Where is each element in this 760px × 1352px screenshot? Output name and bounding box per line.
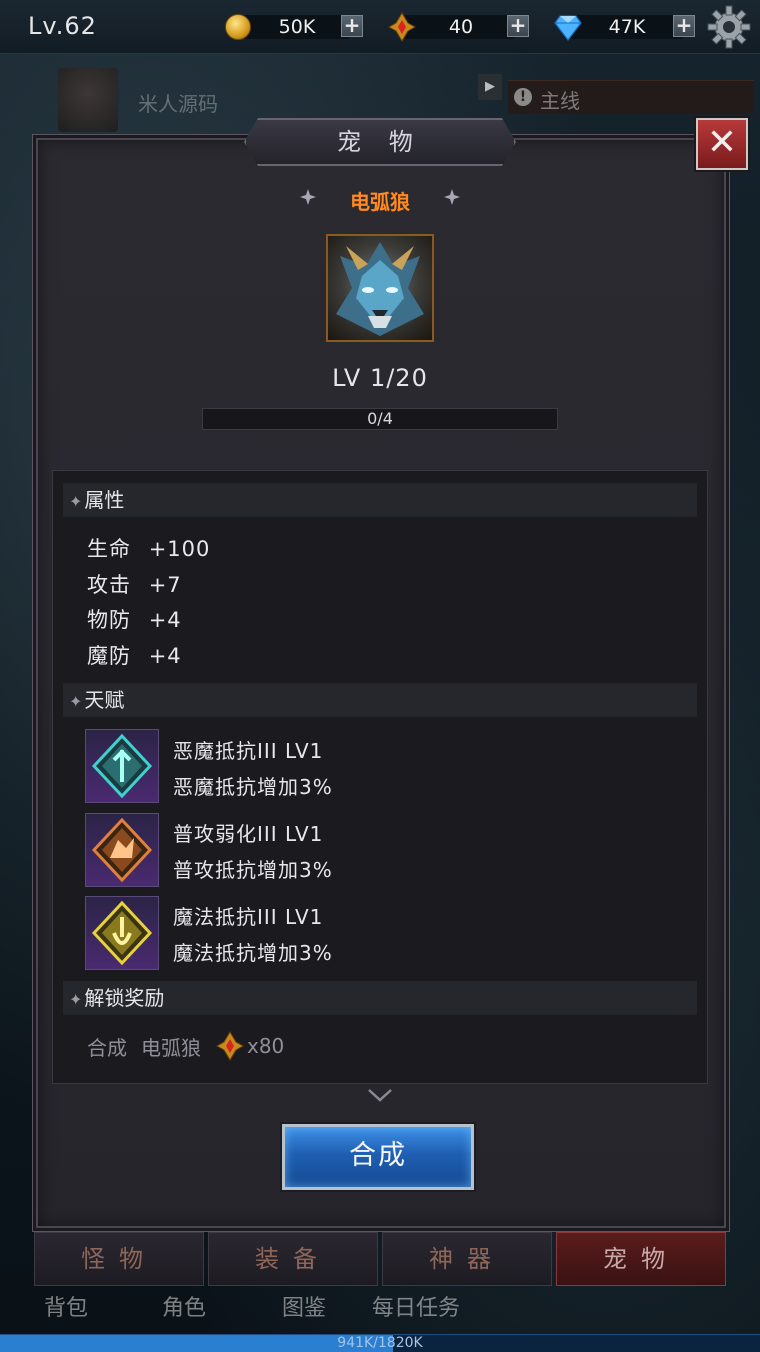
unlock-target: 电弧狼 [141,1035,201,1060]
attribute-row: 攻击 +7 [87,569,182,599]
section-star-icon: ✦ [69,492,83,511]
section-title: 天赋 [84,688,125,712]
add-energy-button[interactable]: + [507,15,529,37]
attribute-row: 魔防 +4 [87,640,182,670]
unlock-cost: x80 [247,1034,285,1058]
arc-wolf-portrait-icon [336,242,424,336]
attribute-row: 物防 +4 [87,604,182,634]
pet-exp-progress-bar: 0/4 [202,408,558,430]
attribute-name: 生命 [87,537,131,561]
close-button[interactable]: ✕ [696,118,748,170]
diamond-icon [554,15,582,41]
tab-equipment[interactable]: 装备 [208,1232,378,1286]
attribute-value: +100 [148,537,211,561]
energy-crystal-icon [215,1031,245,1061]
talent-title: 普攻弱化III LV1 [173,822,324,846]
attack-weaken-icon [91,817,153,883]
compose-button[interactable]: 合成 [282,1124,474,1190]
chevron-down-icon[interactable] [366,1086,394,1104]
section-title: 解锁奖励 [84,986,165,1010]
player-name: 米人源码 [138,92,218,116]
collection-tabs: 怪物 装备 神器 宠物 [34,1232,726,1290]
gold-amount: 50K [278,16,316,38]
pet-exp-progress-text: 0/4 [367,409,393,428]
section-title: 属性 [84,488,125,512]
panel-title: 宠 物 [337,128,423,156]
energy-amount: 40 [448,16,474,38]
pet-portrait[interactable] [326,234,434,342]
talent-title: 魔法抵抗III LV1 [173,905,324,929]
quest-label: 主线 [540,89,580,113]
add-diamond-button[interactable]: + [673,15,695,37]
settings-gear-icon[interactable] [706,4,752,50]
player-level: Lv.62 [28,12,97,40]
attribute-value: +7 [148,573,182,597]
talents-section-header: ✦ 天赋 [63,683,697,717]
attributes-section-header: ✦ 属性 [63,483,697,517]
energy-crystal-icon [388,12,416,42]
nav-bag[interactable]: 背包 [44,1290,88,1322]
section-star-icon: ✦ [69,990,83,1009]
talent-demon-resist[interactable] [85,729,159,803]
tab-monsters[interactable]: 怪物 [34,1232,204,1286]
quest-tracker[interactable]: ! 主线 [508,80,754,114]
player-exp-bar: 941K/1820K [0,1334,760,1352]
add-gold-button[interactable]: + [341,15,363,37]
attribute-row: 生命 +100 [87,533,210,563]
magic-resist-icon [91,900,153,966]
section-star-icon: ✦ [69,692,83,711]
attribute-value: +4 [148,608,182,632]
pet-info-scroll-area[interactable]: ✦ 属性 生命 +100 攻击 +7 物防 +4 魔防 +4 ✦ 天赋 恶魔抵抗II… [52,470,708,1084]
talent-description: 恶魔抵抗增加3% [173,775,333,799]
name-ornament-right-icon [444,189,460,205]
player-exp-text: 941K/1820K [337,1335,423,1351]
nav-codex[interactable]: 图鉴 [282,1290,326,1322]
alert-icon: ! [514,88,532,106]
nav-character[interactable]: 角色 [162,1290,206,1322]
tab-pets[interactable]: 宠物 [556,1232,726,1286]
top-resource-bar: Lv.62 50K + 40 + 47K + [0,0,760,54]
attribute-name: 魔防 [87,644,131,668]
nav-daily-tasks[interactable]: 每日任务 [372,1290,460,1322]
unlock-reward-row: 合成 电弧狼 x80 [87,1031,284,1061]
talent-description: 普攻抵抗增加3% [173,858,333,882]
unlock-reward-section-header: ✦ 解锁奖励 [63,981,697,1015]
talent-description: 魔法抵抗增加3% [173,941,333,965]
diamond-amount: 47K [608,16,646,38]
quest-toggle-button[interactable]: ▶ [478,74,502,100]
talent-attack-weaken[interactable] [85,813,159,887]
bottom-navigation: 背包 角色 图鉴 每日任务 [0,1290,760,1330]
attribute-value: +4 [148,644,182,668]
pet-name: 电弧狼 [350,190,410,214]
attribute-name: 物防 [87,608,131,632]
demon-resist-icon [91,733,153,799]
unlock-action: 合成 [87,1035,127,1060]
talent-title: 恶魔抵抗III LV1 [173,739,324,763]
gold-coin-icon [225,14,251,40]
tab-artifacts[interactable]: 神器 [382,1232,552,1286]
player-avatar[interactable] [58,68,118,132]
attribute-name: 攻击 [87,573,131,597]
pet-level: LV 1/20 [332,364,428,392]
talent-magic-resist[interactable] [85,896,159,970]
